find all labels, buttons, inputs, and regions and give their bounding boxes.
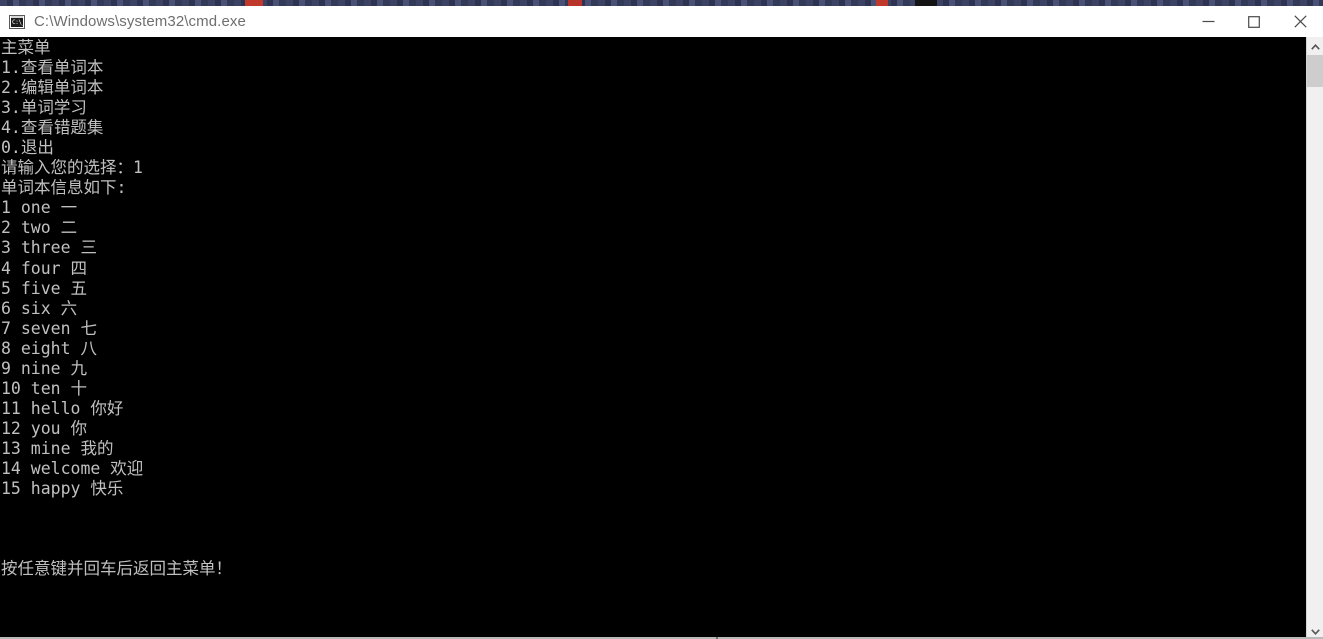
console-line: 单词本信息如下: [1, 178, 127, 198]
scrollbar-up-button[interactable] [1307, 37, 1323, 54]
console-line: 12 you 你 [1, 418, 88, 438]
scrollbar-thumb[interactable] [1307, 55, 1323, 87]
minimize-button[interactable] [1185, 6, 1231, 37]
cmd-icon-glyph: C:\_ [11, 17, 23, 27]
console-line: 14 welcome 欢迎 [1, 458, 144, 478]
console-line: 请输入您的选择：1 [1, 158, 143, 178]
console-line: 4.查看错题集 [1, 118, 104, 138]
console-line: 8 eight 八 [1, 338, 97, 358]
console-line: 1 one 一 [1, 198, 78, 218]
console-line: 主菜单 [1, 38, 51, 57]
console-client-area[interactable]: 主菜单 1.查看单词本 2.编辑单词本 3.单词学习 4.查看错题集 0.退出 请输入您的选… [0, 37, 1323, 639]
vertical-scrollbar[interactable] [1306, 37, 1323, 639]
console-line: 4 four 四 [1, 258, 88, 278]
window-controls [1185, 6, 1323, 37]
console-line: 3.单词学习 [1, 98, 87, 118]
console-line: 1.查看单词本 [1, 58, 104, 78]
chevron-up-icon [1310, 37, 1320, 55]
console-output[interactable]: 主菜单 1.查看单词本 2.编辑单词本 3.单词学习 4.查看错题集 0.退出 请输入您的选… [0, 37, 1306, 639]
cmd-window: C:\_ C:\Windows\system32\cmd.exe [0, 6, 1323, 639]
console-line: 0.退出 [1, 138, 54, 158]
console-line: 13 mine 我的 [1, 438, 114, 458]
close-button[interactable] [1277, 6, 1323, 37]
console-line: 3 three 三 [1, 238, 97, 258]
console-line: 按任意键并回车后返回主菜单！ [1, 559, 232, 579]
console-line: 9 nine 九 [1, 358, 88, 378]
title-bar[interactable]: C:\_ C:\Windows\system32\cmd.exe [0, 6, 1323, 37]
cmd-console-icon: C:\_ [9, 14, 25, 29]
window-title: C:\Windows\system32\cmd.exe [34, 13, 246, 30]
console-line: 2 two 二 [1, 218, 78, 238]
console-line: 15 happy 快乐 [1, 479, 124, 499]
console-line: 5 five 五 [1, 278, 88, 298]
console-line: 11 hello 你好 [1, 398, 124, 418]
console-line: 2.编辑单词本 [1, 78, 104, 98]
maximize-button[interactable] [1231, 6, 1277, 37]
console-line: 6 six 六 [1, 298, 78, 318]
console-line: 7 seven 七 [1, 318, 97, 338]
console-line: 10 ten 十 [1, 378, 88, 398]
